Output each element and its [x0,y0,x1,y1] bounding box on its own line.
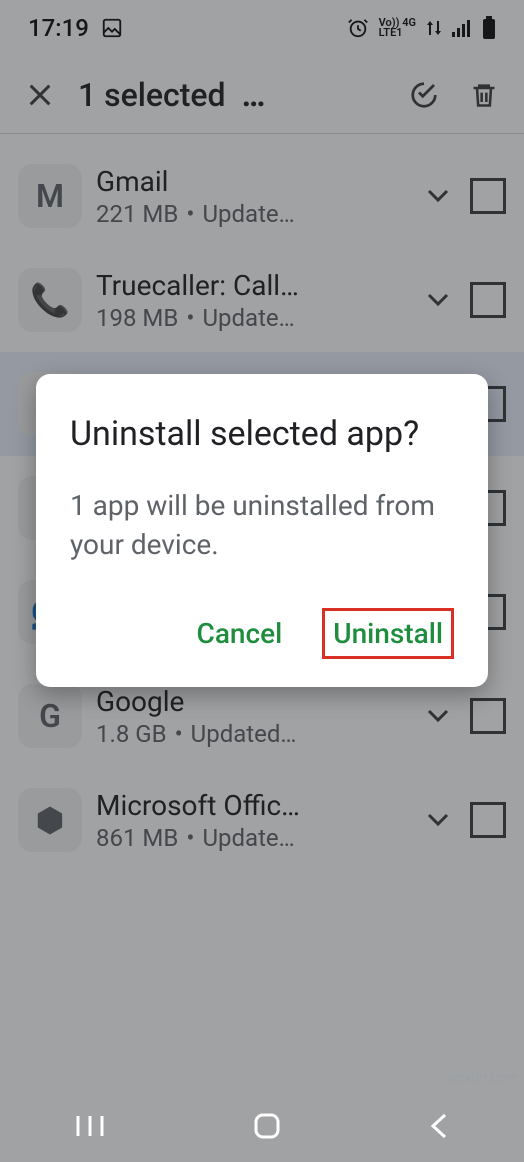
watermark: wsxdn.com [447,1070,518,1086]
recents-button[interactable] [73,1112,107,1140]
screen: 17:19 Vo)) 4G LTE1 1 selected … [0,0,524,1162]
dialog-body: 1 app will be uninstalled from your devi… [70,486,454,564]
cancel-button[interactable]: Cancel [187,609,293,658]
back-icon [427,1111,451,1141]
home-icon [252,1111,282,1141]
uninstall-dialog: Uninstall selected app? 1 app will be un… [36,374,488,687]
home-button[interactable] [252,1111,282,1141]
recents-icon [73,1112,107,1140]
back-button[interactable] [427,1111,451,1141]
highlight-annotation: Uninstall [322,608,454,659]
uninstall-button[interactable]: Uninstall [333,617,443,650]
system-nav-bar [0,1090,524,1162]
dialog-title: Uninstall selected app? [70,412,454,458]
dialog-actions: Cancel Uninstall [70,608,454,659]
